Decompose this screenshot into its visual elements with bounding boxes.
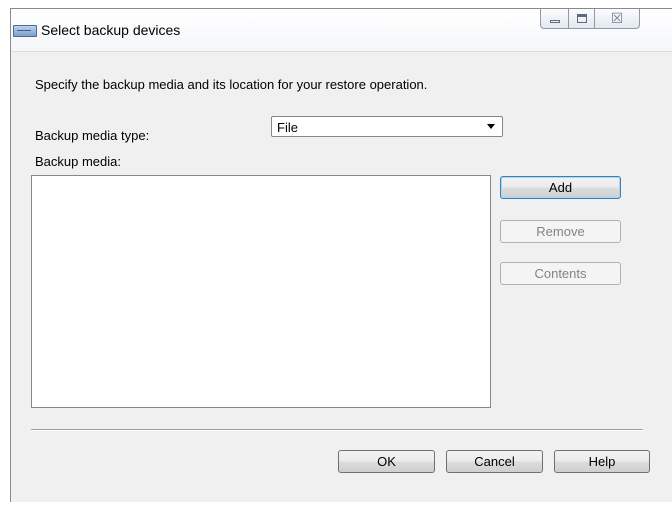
help-button[interactable]: Help [554,450,650,473]
dialog-description: Specify the backup media and its locatio… [35,77,428,92]
window-app-icon [13,25,37,37]
remove-button[interactable]: Remove [500,220,621,243]
backup-media-type-value: File [277,120,298,135]
backup-media-label: Backup media: [35,154,121,169]
backup-media-type-dropdown[interactable]: File [271,116,503,137]
minimize-icon [549,20,560,23]
minimize-button[interactable] [540,9,569,29]
backup-media-list[interactable] [31,175,491,408]
window-title: Select backup devices [41,22,181,38]
close-button[interactable]: ☒ [594,9,640,29]
add-button[interactable]: Add [500,176,621,199]
cancel-button[interactable]: Cancel [446,450,543,473]
footer-divider [31,429,643,431]
select-backup-devices-dialog: Select backup devices ☒ Specify the back… [10,8,672,502]
maximize-button[interactable] [568,9,595,29]
title-bar[interactable]: Select backup devices ☒ [11,9,672,52]
maximize-icon [576,14,587,23]
chevron-down-icon [487,124,495,129]
ok-button[interactable]: OK [338,450,435,473]
close-icon: ☒ [610,10,624,26]
backup-media-type-label: Backup media type: [35,128,150,143]
contents-button[interactable]: Contents [500,262,621,285]
